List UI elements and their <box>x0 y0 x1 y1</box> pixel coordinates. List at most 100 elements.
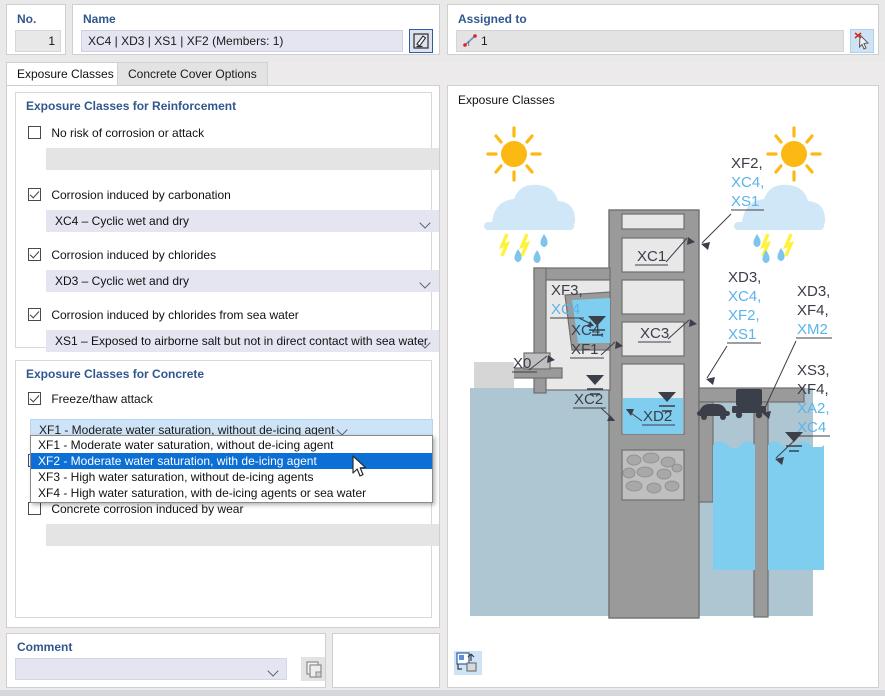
svg-text:XD3,: XD3, <box>728 269 761 286</box>
combo-chlorides-value: XD3 – Cyclic wet and dry <box>55 274 190 288</box>
combo-no-risk <box>46 148 439 170</box>
comment-combo[interactable] <box>15 658 287 680</box>
number-label: No. <box>17 12 37 26</box>
svg-text:XD3,: XD3, <box>797 283 830 300</box>
mouse-cursor-icon <box>352 455 367 477</box>
svg-text:XF2,: XF2, <box>728 307 760 324</box>
checkbox-chlorides[interactable]: Corrosion induced by chlorides <box>28 248 216 266</box>
combo-chlorides[interactable]: XD3 – Cyclic wet and dry <box>46 270 439 292</box>
checkbox-wear-box[interactable] <box>28 502 41 515</box>
comment-spare-panel <box>332 633 440 688</box>
assigned-label: Assigned to <box>458 12 527 26</box>
right-panel: Exposure Classes XF2, XC4, XS1 XC1 XC4, … <box>447 85 879 688</box>
chevron-down-icon <box>419 276 431 290</box>
combo-wear <box>46 524 439 546</box>
svg-text:XF2,: XF2, <box>731 155 763 172</box>
chevron-down-icon <box>419 336 431 350</box>
cloud-rain-icon-left <box>484 184 576 263</box>
tab-strip: Exposure Classes Concrete Cover Options <box>6 62 879 86</box>
svg-text:XS1: XS1 <box>728 326 756 343</box>
checkbox-carbonation[interactable]: Corrosion induced by carbonation <box>28 188 231 206</box>
checkbox-wear-label: Concrete corrosion induced by wear <box>51 502 244 516</box>
combo-carbonation-value: XC4 – Cyclic wet and dry <box>55 214 190 228</box>
svg-text:XC4,: XC4, <box>731 174 764 191</box>
copy-pages-icon <box>306 661 322 678</box>
left-panel: Exposure Classes for Reinforcement No ri… <box>6 85 440 628</box>
sun-icon <box>486 126 542 182</box>
svg-text:XS1: XS1 <box>731 193 759 210</box>
reinforcement-group-title: Exposure Classes for Reinforcement <box>26 99 237 113</box>
svg-text:I: I <box>468 42 470 47</box>
svg-text:XF4,: XF4, <box>797 381 829 398</box>
dropdown-option-xf1[interactable]: XF1 - Moderate water saturation, without… <box>31 437 432 453</box>
combo-chlorides-sea-water-value: XS1 – Exposed to airborne salt but not i… <box>55 334 428 348</box>
checkbox-no-risk-box[interactable] <box>28 126 41 139</box>
reinforcement-group: Exposure Classes for Reinforcement No ri… <box>15 92 439 352</box>
member-line-icon: I <box>463 34 477 48</box>
svg-text:XF3,: XF3, <box>551 282 583 299</box>
tab-exposure-classes[interactable]: Exposure Classes <box>6 62 125 86</box>
combo-carbonation[interactable]: XC4 – Cyclic wet and dry <box>46 210 439 232</box>
dropdown-option-xf3[interactable]: XF3 - High water saturation, without de-… <box>31 469 432 485</box>
tab-exposure-classes-label: Exposure Classes <box>17 67 114 81</box>
dropdown-option-xf4[interactable]: XF4 - High water saturation, with de-ici… <box>31 485 432 501</box>
sun-icon <box>766 126 822 182</box>
name-field-group: Name XC4 | XD3 | XS1 | XF2 (Members: 1) <box>72 4 440 55</box>
checkbox-freeze-thaw-label: Freeze/thaw attack <box>51 392 153 406</box>
checkbox-chlorides-sea-water[interactable]: Corrosion induced by chlorides from sea … <box>28 308 299 326</box>
chevron-down-icon <box>267 664 279 678</box>
combo-freeze-thaw-dropdown[interactable]: XF1 - Moderate water saturation, without… <box>30 435 433 503</box>
name-edit-button[interactable] <box>409 29 433 53</box>
svg-text:X0: X0 <box>513 355 531 372</box>
svg-text:XC4,: XC4, <box>728 288 761 305</box>
combo-chlorides-sea-water[interactable]: XS1 – Exposed to airborne salt but not i… <box>46 330 439 352</box>
checkbox-chlorides-sea-water-label: Corrosion induced by chlorides from sea … <box>51 308 299 322</box>
assigned-field-group: Assigned to I 1 <box>447 4 879 55</box>
right-panel-title: Exposure Classes <box>458 93 555 107</box>
number-value: 1 <box>15 30 61 52</box>
svg-text:XC4: XC4 <box>797 419 826 436</box>
svg-text:XF4,: XF4, <box>797 302 829 319</box>
svg-text:XM2: XM2 <box>797 321 828 338</box>
assigned-pick-button[interactable] <box>850 29 874 53</box>
svg-text:XA2,: XA2, <box>797 400 830 417</box>
concrete-group-title: Exposure Classes for Concrete <box>26 367 205 381</box>
checkbox-wear[interactable]: Concrete corrosion induced by wear <box>28 502 243 520</box>
checkbox-chlorides-label: Corrosion induced by chlorides <box>51 248 217 262</box>
checkbox-no-risk[interactable]: No risk of corrosion or attack <box>28 126 204 144</box>
svg-text:XF1: XF1 <box>571 341 599 358</box>
svg-text:XD2: XD2 <box>643 408 672 425</box>
pick-cursor-icon <box>854 32 870 50</box>
svg-text:XC3: XC3 <box>640 325 669 342</box>
tab-concrete-cover-options-label: Concrete Cover Options <box>128 67 257 81</box>
ann-xd3-xc4-xf2-xs1: XD3, XC4, XF2, XS1 <box>706 269 761 385</box>
pencil-edit-icon <box>413 33 429 49</box>
comment-label: Comment <box>17 640 73 654</box>
comment-group: Comment <box>6 633 326 688</box>
checkbox-carbonation-label: Corrosion induced by carbonation <box>51 188 231 202</box>
picture-export-button[interactable] <box>454 651 482 675</box>
svg-text:XS3,: XS3, <box>797 362 830 379</box>
image-export-icon <box>456 652 477 672</box>
comment-copy-button[interactable] <box>301 657 325 681</box>
bottom-status-strip <box>0 690 885 696</box>
svg-text:XC2: XC2 <box>574 391 603 408</box>
ann-xf2-xc4-xs1: XF2, XC4, XS1 <box>701 155 764 250</box>
assigned-input[interactable]: I 1 <box>456 30 844 52</box>
tab-concrete-cover-options[interactable]: Concrete Cover Options <box>117 62 268 86</box>
exposure-classes-illustration: XF2, XC4, XS1 XC1 XC4, XF1 XF3, XC4 X0 X… <box>454 110 872 638</box>
svg-text:XC4: XC4 <box>551 301 580 318</box>
dropdown-option-xf2[interactable]: XF2 - Moderate water saturation, with de… <box>31 453 432 469</box>
checkbox-freeze-thaw[interactable]: Freeze/thaw attack <box>28 392 153 410</box>
checkbox-freeze-thaw-box[interactable] <box>28 392 41 405</box>
chevron-down-icon <box>419 216 431 230</box>
name-label: Name <box>83 12 116 26</box>
svg-text:XC1: XC1 <box>637 248 666 265</box>
checkbox-no-risk-label: No risk of corrosion or attack <box>51 126 205 140</box>
checkbox-carbonation-box[interactable] <box>28 188 41 201</box>
number-field-group: No. 1 <box>6 4 66 55</box>
checkbox-chlorides-sea-water-box[interactable] <box>28 308 41 321</box>
svg-text:XC4,: XC4, <box>571 322 604 339</box>
name-input[interactable]: XC4 | XD3 | XS1 | XF2 (Members: 1) <box>81 30 403 52</box>
checkbox-chlorides-box[interactable] <box>28 248 41 261</box>
